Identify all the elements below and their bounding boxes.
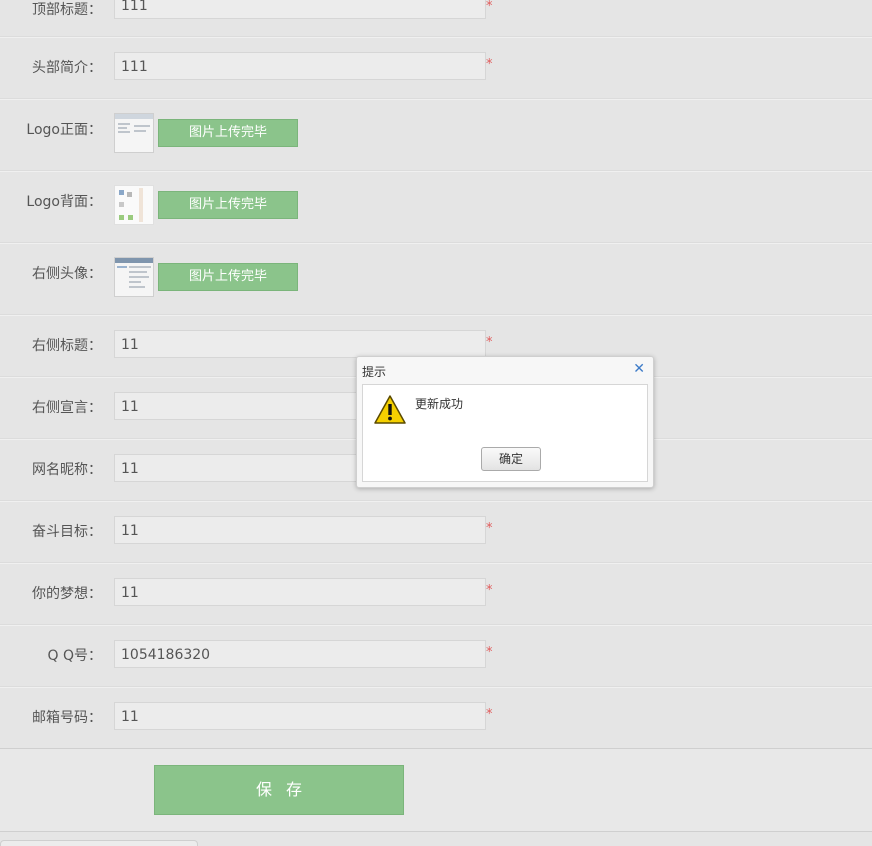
required-marker: * [486,57,493,72]
field-label: Logo背面： [26,194,102,210]
required-marker: * [486,521,493,536]
qq-input[interactable]: 1054186320 [114,640,486,668]
form-row-qq: Q Q号： 1054186320 * [0,624,872,687]
field-label: 顶部标题： [32,2,102,18]
warning-icon [374,395,406,424]
field-label: 你的梦想： [32,586,102,602]
field-label: 右侧宣言： [32,400,102,416]
form-row-header-intro: 头部简介： 111 * [0,36,872,99]
logo-back-thumbnail [114,185,154,225]
field-label: 奋斗目标： [32,524,102,540]
dialog-body: 更新成功 确定 [362,384,648,482]
form-row-right-avatar: 右侧头像： 图片上传完毕 [0,242,872,315]
dialog-message: 更新成功 [415,397,464,411]
required-marker: * [486,707,493,722]
required-marker: * [486,335,493,350]
form-row-dream: 你的梦想： 11 * [0,562,872,625]
save-bar: 保存 [0,748,872,832]
right-title-input[interactable]: 11 [114,330,486,358]
form-row-goal: 奋斗目标： 11 * [0,500,872,563]
settings-page: 顶部标题： 111 * 头部简介： 111 * Logo正面： 图片上传完毕 L… [0,0,872,846]
right-avatar-thumbnail [114,257,154,297]
required-marker: * [486,583,493,598]
top-title-input[interactable]: 111 [114,0,486,19]
goal-input[interactable]: 11 [114,516,486,544]
form-row-top-title: 顶部标题： 111 * [0,0,872,37]
alert-dialog: 提示 ✕ 更新成功 确定 [356,356,654,488]
header-intro-input[interactable]: 111 [114,52,486,80]
field-label: 头部简介： [32,60,102,76]
logo-front-thumbnail [114,113,154,153]
form-row-logo-front: Logo正面： 图片上传完毕 [0,98,872,171]
right-avatar-upload-button[interactable]: 图片上传完毕 [158,263,298,291]
field-label: 右侧头像： [32,266,102,282]
field-label: 右侧标题： [32,338,102,354]
required-marker: * [486,0,493,14]
form-row-logo-back: Logo背面： 图片上传完毕 [0,170,872,243]
dialog-title: 提示 [362,365,387,379]
logo-front-upload-button[interactable]: 图片上传完毕 [158,119,298,147]
form-row-email: 邮箱号码： 11 * [0,686,872,748]
ok-button[interactable]: 确定 [481,447,541,471]
save-button[interactable]: 保存 [154,765,404,815]
field-label: 网名昵称： [32,462,102,478]
field-label: 邮箱号码： [32,710,102,726]
required-marker: * [486,645,493,660]
email-input[interactable]: 11 [114,702,486,730]
field-label: Q Q号： [47,648,103,664]
field-label: Logo正面： [26,122,102,138]
close-icon[interactable]: ✕ [633,361,645,377]
dream-input[interactable]: 11 [114,578,486,606]
bottom-tab-stub [0,840,198,846]
logo-back-upload-button[interactable]: 图片上传完毕 [158,191,298,219]
